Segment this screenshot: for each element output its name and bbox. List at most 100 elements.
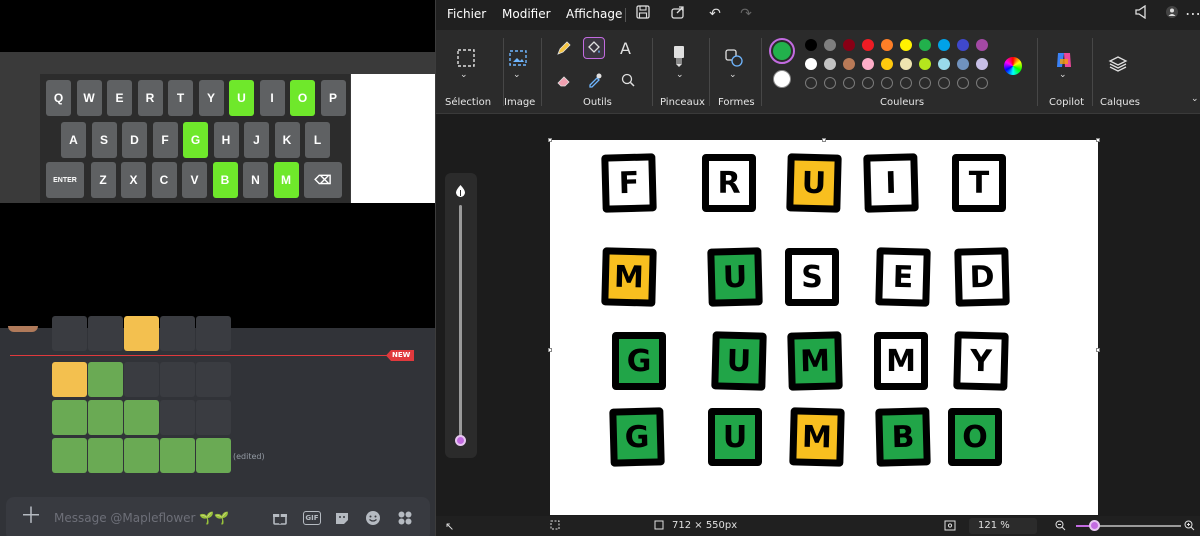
key-f[interactable]: F	[152, 122, 178, 158]
color-swatch[interactable]	[919, 58, 931, 70]
slider-track[interactable]	[459, 205, 462, 437]
key-enter[interactable]: ENTER	[46, 162, 84, 198]
color-swatch[interactable]	[843, 58, 855, 70]
key-d[interactable]: D	[122, 122, 147, 158]
key-c[interactable]: C	[151, 162, 177, 198]
text-icon[interactable]: A	[620, 39, 631, 58]
slider-thumb[interactable]	[455, 435, 466, 446]
key-y[interactable]: Y	[198, 80, 224, 116]
chevron-down-icon[interactable]: ⌄	[1059, 70, 1067, 80]
key-u[interactable]: U	[229, 80, 254, 116]
apps-icon[interactable]	[397, 510, 413, 526]
save-icon[interactable]	[634, 5, 652, 23]
undo-icon[interactable]: ↶	[706, 5, 724, 23]
key-g[interactable]: G	[183, 122, 208, 158]
color-swatch[interactable]	[957, 58, 969, 70]
resize-handle[interactable]	[1096, 138, 1100, 142]
color-swatch[interactable]	[805, 58, 817, 70]
color-swatch[interactable]	[862, 58, 874, 70]
key-b[interactable]: B	[212, 162, 238, 198]
custom-color-slot[interactable]	[900, 77, 912, 89]
chevron-down-icon[interactable]: ⌄	[460, 70, 468, 80]
key-n[interactable]: N	[243, 162, 268, 198]
menu-view[interactable]: Affichage	[566, 7, 622, 21]
color-swatch[interactable]	[900, 39, 912, 51]
color-swatch[interactable]	[805, 39, 817, 51]
more-icon[interactable]: ⋯	[1184, 5, 1200, 23]
secondary-color-swatch[interactable]	[773, 70, 791, 88]
key-j[interactable]: J	[244, 122, 269, 158]
gif-icon[interactable]: GIF	[303, 511, 321, 525]
key-i[interactable]: I	[259, 80, 285, 116]
color-swatch[interactable]	[862, 39, 874, 51]
message-composer[interactable]: ＋ Message @Mapleflower 🌱🌱 GIF	[6, 497, 430, 536]
key-a[interactable]: A	[61, 122, 86, 158]
key-backspace[interactable]: ⌫	[304, 162, 342, 198]
color-swatch[interactable]	[938, 58, 950, 70]
custom-color-slot[interactable]	[881, 77, 893, 89]
color-swatch[interactable]	[976, 39, 988, 51]
key-z[interactable]: Z	[90, 162, 116, 198]
announcement-icon[interactable]	[1133, 4, 1151, 23]
pencil-icon[interactable]	[556, 40, 572, 56]
key-k[interactable]: K	[274, 122, 300, 158]
zoom-slider-thumb[interactable]	[1089, 520, 1100, 531]
zoom-out-icon[interactable]	[1055, 520, 1066, 534]
drawing-canvas[interactable]: FRUITMUSEDGUMMYGUMBO	[550, 140, 1098, 515]
brush-size-slider[interactable]	[445, 173, 477, 458]
custom-color-slot[interactable]	[976, 77, 988, 89]
primary-color-swatch[interactable]	[769, 38, 795, 64]
selection-icon[interactable]	[456, 48, 476, 68]
color-swatch[interactable]	[824, 39, 836, 51]
custom-color-slot[interactable]	[843, 77, 855, 89]
plus-icon[interactable]: ＋	[20, 505, 42, 529]
custom-color-slot[interactable]	[919, 77, 931, 89]
key-o[interactable]: O	[290, 80, 315, 116]
redo-icon[interactable]: ↷	[737, 5, 755, 23]
layers-icon[interactable]	[1108, 54, 1128, 74]
shapes-icon[interactable]	[724, 48, 744, 68]
key-m[interactable]: M	[273, 162, 299, 198]
color-swatch[interactable]	[881, 58, 893, 70]
chevron-down-icon[interactable]: ⌄	[1191, 94, 1199, 104]
resize-handle[interactable]	[822, 138, 826, 142]
color-swatch[interactable]	[957, 39, 969, 51]
color-swatch[interactable]	[900, 58, 912, 70]
gift-icon[interactable]	[272, 510, 288, 526]
eraser-icon[interactable]	[556, 72, 572, 88]
fill-bucket-icon[interactable]	[583, 37, 605, 59]
edit-colors-icon[interactable]	[1004, 57, 1022, 75]
key-q[interactable]: Q	[46, 80, 71, 116]
resize-handle[interactable]	[548, 138, 552, 142]
color-swatch[interactable]	[919, 39, 931, 51]
color-swatch[interactable]	[824, 58, 836, 70]
account-icon[interactable]	[1163, 5, 1181, 23]
brush-icon[interactable]	[671, 44, 687, 68]
custom-color-slot[interactable]	[805, 77, 817, 89]
key-h[interactable]: H	[213, 122, 239, 158]
custom-color-slot[interactable]	[862, 77, 874, 89]
copilot-icon[interactable]	[1054, 50, 1074, 70]
chevron-down-icon[interactable]: ⌄	[513, 70, 521, 80]
zoom-dropdown[interactable]: 121 %	[969, 518, 1037, 534]
key-p[interactable]: P	[320, 80, 346, 116]
menu-file[interactable]: Fichier	[447, 7, 486, 21]
sticker-icon[interactable]	[334, 510, 350, 526]
magnifier-icon[interactable]	[620, 72, 636, 88]
message-input[interactable]: Message @Mapleflower 🌱🌱	[54, 511, 229, 525]
custom-color-slot[interactable]	[957, 77, 969, 89]
key-x[interactable]: X	[121, 162, 146, 198]
chevron-down-icon[interactable]: ⌄	[676, 70, 684, 80]
custom-color-slot[interactable]	[938, 77, 950, 89]
color-picker-icon[interactable]	[587, 72, 603, 88]
key-w[interactable]: W	[76, 80, 102, 116]
key-r[interactable]: R	[137, 80, 163, 116]
emoji-icon[interactable]	[365, 510, 381, 526]
resize-handle[interactable]	[548, 348, 552, 352]
key-e[interactable]: E	[107, 80, 132, 116]
color-swatch[interactable]	[976, 58, 988, 70]
key-s[interactable]: S	[91, 122, 117, 158]
custom-color-slot[interactable]	[824, 77, 836, 89]
menu-edit[interactable]: Modifier	[502, 7, 551, 21]
image-icon[interactable]	[508, 48, 528, 68]
